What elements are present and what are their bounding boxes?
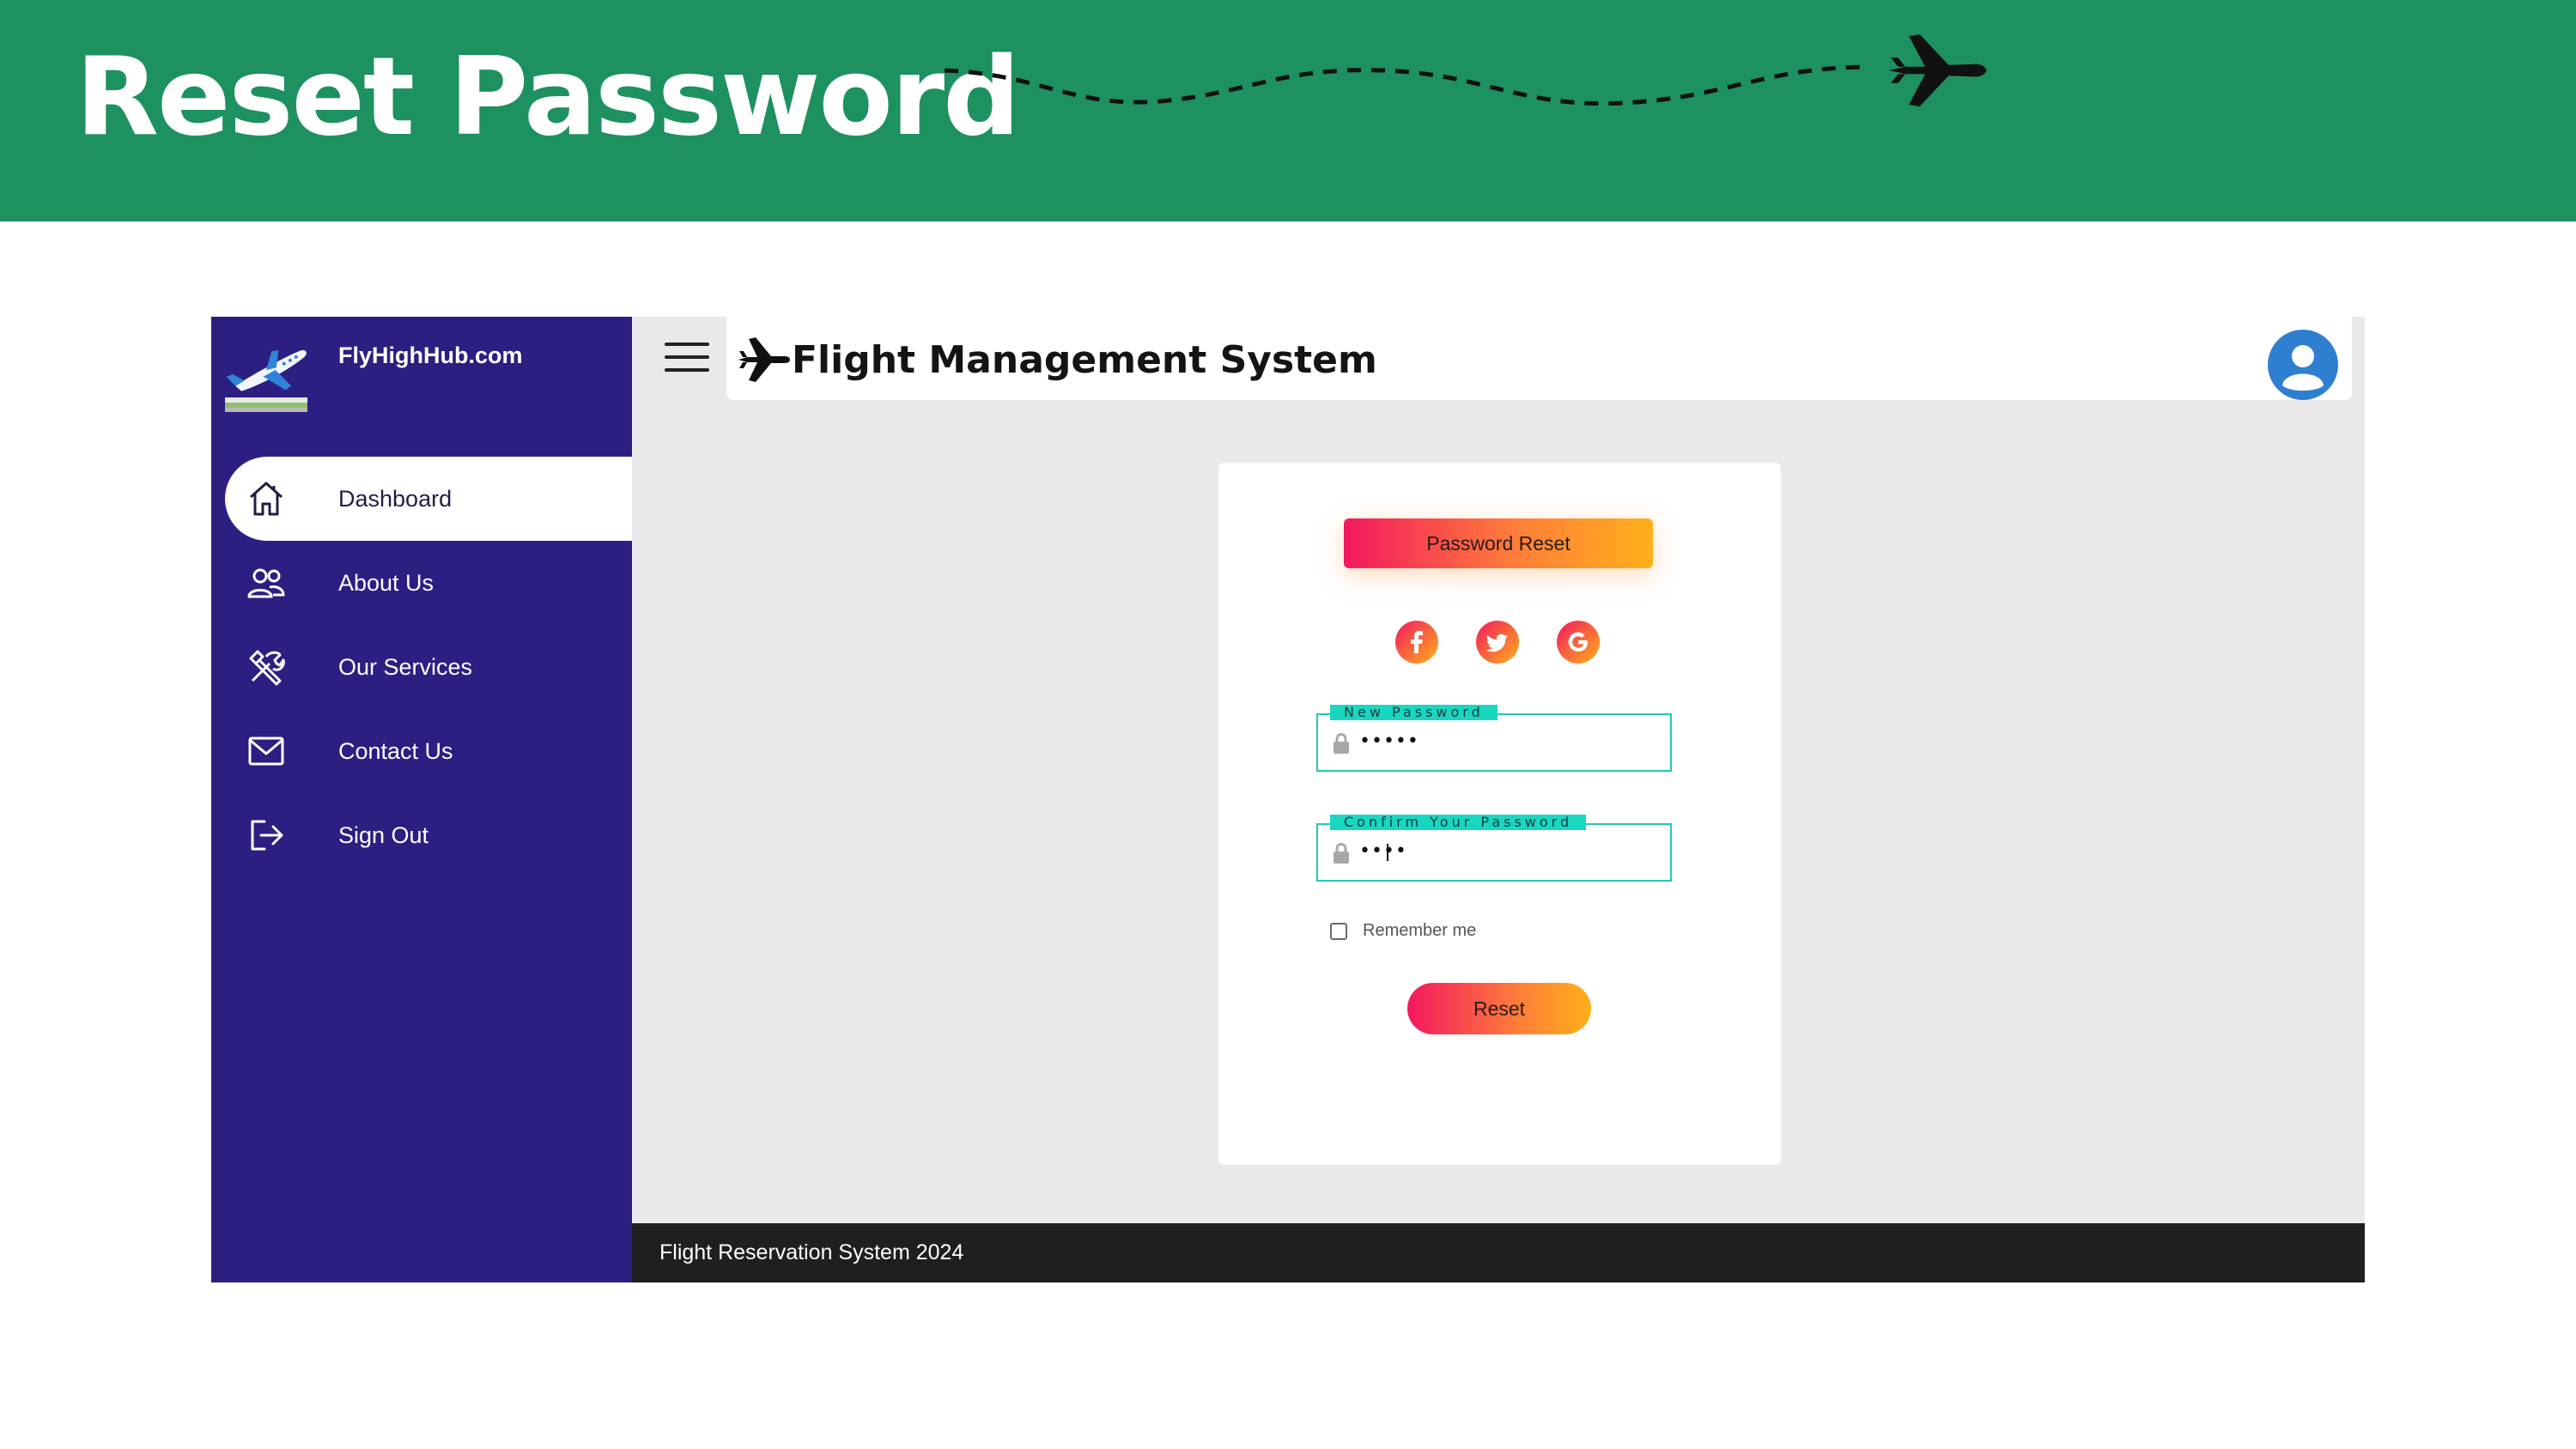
airplane-icon: [738, 337, 790, 382]
new-password-label: New Password: [1330, 705, 1498, 720]
remember-me-checkbox[interactable]: Remember me: [1330, 921, 1476, 941]
twitter-button[interactable]: [1476, 621, 1519, 664]
mail-icon: [248, 737, 284, 766]
google-icon: [1568, 632, 1588, 652]
brand-name[interactable]: FlyHighHub.com: [338, 343, 523, 369]
banner-title: Reset Password: [76, 33, 1020, 160]
card-title: Password Reset: [1344, 518, 1653, 568]
confirm-password-label: Confirm Your Password: [1330, 815, 1587, 830]
hamburger-line: [665, 355, 709, 359]
facebook-button[interactable]: [1395, 621, 1438, 664]
airplane-trail-icon: [944, 34, 1987, 106]
sidebar-item-label: About Us: [338, 569, 434, 596]
hamburger-line: [665, 368, 709, 372]
social-login-group: [1395, 621, 1600, 664]
confirm-password-field[interactable]: Confirm Your Password: [1316, 815, 1672, 882]
users-icon: [247, 568, 285, 598]
sign-out-icon: [251, 820, 283, 851]
sidebar-item-contact-us[interactable]: Contact Us: [211, 709, 632, 793]
tools-icon: [249, 650, 285, 686]
lock-icon: [1334, 842, 1349, 864]
home-icon: [250, 482, 283, 516]
sidebar-item-label: Sign Out: [338, 822, 429, 848]
sidebar-item-dashboard[interactable]: Dashboard: [225, 457, 632, 541]
new-password-field[interactable]: New Password: [1316, 705, 1672, 772]
password-reset-card: Password Reset New Password ••••• Confir…: [1218, 463, 1781, 1165]
checkbox-box[interactable]: [1330, 922, 1347, 940]
lock-icon: [1334, 732, 1349, 754]
sidebar-nav: Dashboard About Us Our Services Contact …: [211, 457, 632, 877]
header-title-wrap: Flight Management System: [738, 336, 1377, 384]
confirm-password-input[interactable]: [1359, 837, 1651, 864]
facebook-icon: [1411, 631, 1423, 653]
brand-logo-icon: [225, 349, 307, 412]
footer-text: Flight Reservation System 2024: [659, 1240, 964, 1264]
sidebar-item-our-services[interactable]: Our Services: [211, 625, 632, 709]
app-window: FlyHighHub.com Dashboard About Us Our Se…: [211, 317, 2365, 1282]
user-avatar-icon[interactable]: [2267, 329, 2339, 401]
reset-button[interactable]: Reset: [1407, 983, 1591, 1034]
text-caret: [1387, 844, 1388, 861]
twitter-icon: [1485, 634, 1508, 652]
sidebar-item-sign-out[interactable]: Sign Out: [211, 793, 632, 877]
top-header: Flight Management System: [726, 317, 2352, 400]
hamburger-line: [665, 343, 709, 346]
sidebar-item-about-us[interactable]: About Us: [211, 541, 632, 625]
page-title: Flight Management System: [792, 337, 1377, 382]
google-button[interactable]: [1557, 621, 1600, 664]
top-banner: Reset Password: [0, 0, 2576, 221]
sidebar-item-label: Our Services: [338, 653, 473, 680]
menu-toggle-button[interactable]: [665, 343, 709, 377]
sidebar-item-label: Contact Us: [338, 737, 453, 764]
sidebar-item-label: Dashboard: [338, 485, 453, 512]
remember-me-label: Remember me: [1363, 921, 1477, 940]
footer: Flight Reservation System 2024: [632, 1223, 2365, 1282]
new-password-input[interactable]: [1359, 727, 1651, 755]
sidebar: FlyHighHub.com Dashboard About Us Our Se…: [211, 317, 632, 1282]
